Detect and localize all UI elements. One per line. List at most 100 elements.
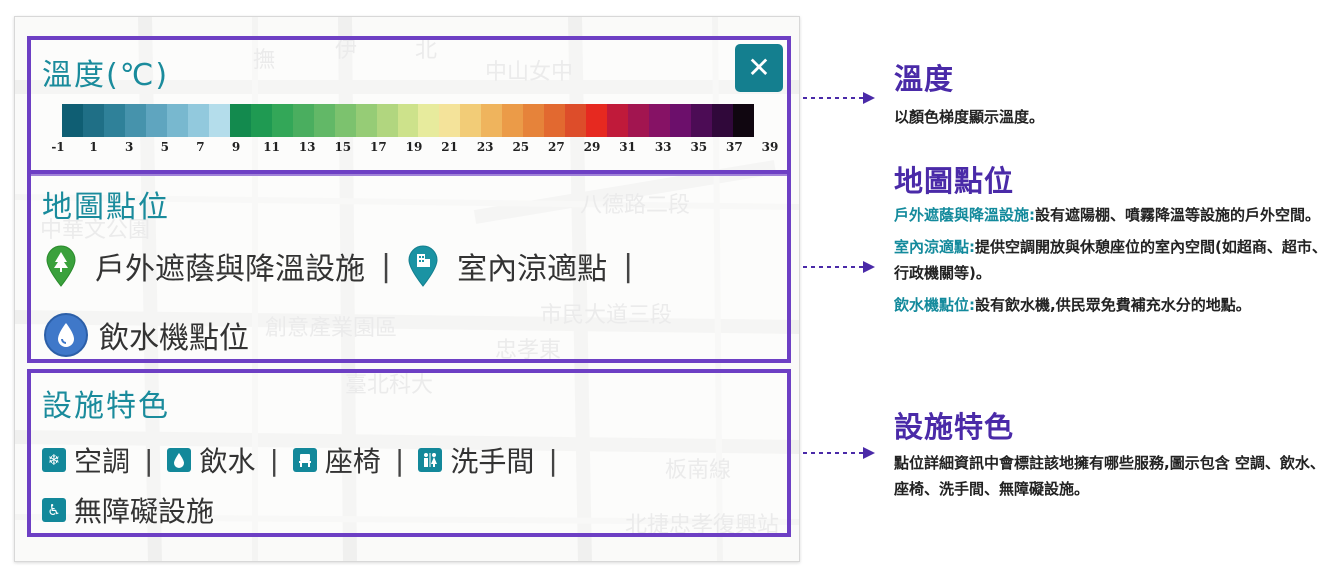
arrow-temperature: [803, 92, 875, 104]
bench-icon: [292, 448, 317, 472]
indoor-cool-spot-label: 室內涼適點: [457, 252, 608, 287]
color-scale-cell: [313, 104, 335, 137]
scale-tick-label: 3: [125, 140, 134, 154]
color-scale-cell: [250, 104, 272, 137]
note-locations: 地圖點位 戶外遮蔭與降溫設施:設有遮陽棚、噴霧降溫等設施的戶外空間。 室內涼適點…: [894, 158, 1334, 318]
color-scale-cell: [565, 104, 587, 137]
scale-tick-label: -1: [51, 140, 65, 154]
note-features-title: 設施特色: [894, 410, 1015, 444]
color-scale-cell: [649, 104, 671, 137]
color-scale-cell: [670, 104, 692, 137]
water-drop-icon: [167, 448, 192, 472]
feature-row: ❄ 空調 | 飲水 | 座椅 | 洗手間 |: [42, 440, 572, 480]
color-scale-cell: [628, 104, 650, 137]
water-fountain-label: 飲水機點位: [99, 321, 249, 356]
close-button[interactable]: ✕: [735, 44, 783, 92]
scale-tick-label: 7: [196, 140, 205, 154]
scale-tick-label: 25: [512, 140, 530, 154]
scale-tick-label: 17: [370, 140, 387, 154]
water-drop-icon: [43, 312, 89, 358]
arrow-features: [803, 447, 875, 459]
note-temperature-text: 以顏色梯度顯示溫度。: [894, 108, 1045, 126]
color-scale-cell: [418, 104, 440, 137]
color-scale-cell: [124, 104, 146, 137]
scale-tick-label: 33: [654, 140, 672, 154]
scale-tick-label: 31: [619, 140, 636, 154]
scale-tick-label: 9: [231, 140, 241, 154]
scale-tick-label: 37: [726, 140, 743, 154]
color-scale-cell: [62, 104, 83, 137]
snowflake-icon: ❄: [42, 448, 66, 472]
color-scale-cell: [607, 104, 629, 137]
separator: |: [394, 443, 405, 477]
color-scale-cell: [733, 104, 754, 137]
restroom-label: 洗手間: [450, 445, 535, 478]
color-scale-cell: [82, 104, 104, 137]
map-legend-panel: 撫 伊 北 中山女中 八德路二段 市民大道三段 忠孝東 臺北科大 中華文公園 創…: [14, 16, 800, 562]
note-outdoor-label: 戶外遮蔭與降溫設施:: [894, 206, 1035, 224]
color-scale-cell: [355, 104, 377, 137]
color-scale-cell: [187, 104, 209, 137]
separator: |: [144, 443, 154, 477]
scale-tick-label: 19: [405, 140, 423, 154]
accessible-label: 無障礙設施: [74, 495, 215, 528]
color-scale-cell: [166, 104, 188, 137]
color-scale-cell: [271, 104, 293, 137]
scale-tick-label: 13: [298, 140, 316, 154]
note-locations-outdoor: 戶外遮蔭與降溫設施:設有遮陽棚、噴霧降溫等設施的戶外空間。: [894, 202, 1334, 228]
color-scale-cell: [691, 104, 713, 137]
color-scale-cell: [439, 104, 461, 137]
location-row: 飲水機點位: [43, 312, 249, 358]
restroom-icon: [418, 448, 443, 472]
temperature-legend: 溫度(℃) ✕ -1 1 3 5 7 9 11 13 15 17 19 21 23 25 27 29 31 33 3…: [27, 36, 791, 176]
color-scale-cell: [229, 104, 251, 137]
water-label: 飲水: [199, 445, 256, 478]
separator: |: [269, 443, 279, 477]
note-features: 設施特色 點位詳細資訊中會標註該地擁有哪些服務,圖示包含 空調、飲水、座椅、洗手…: [894, 404, 1334, 502]
aircon-label: 空調: [74, 445, 131, 478]
color-scale-cell: [544, 104, 566, 137]
color-scale-cell: [586, 104, 608, 137]
scale-tick-label: 15: [334, 140, 352, 154]
note-locations-indoor: 室內涼適點:提供空調開放與休憩座位的室內空間(如超商、超市、行政機關等)。: [894, 234, 1334, 286]
color-scale-cell: [460, 104, 482, 137]
feature-title: 設施特色: [42, 389, 170, 424]
color-scale-cell: [712, 104, 733, 137]
close-icon: ✕: [747, 51, 771, 84]
tree-pin-icon: [45, 245, 77, 287]
scale-tick-label: 21: [441, 140, 458, 154]
note-temperature: 溫度 以顏色梯度顯示溫度。: [894, 56, 1334, 130]
location-row: 戶外遮蔭與降溫設施 | 室內涼適點 |: [45, 244, 649, 288]
temperature-title: 溫度(℃): [42, 58, 170, 93]
color-scale-cell: [292, 104, 314, 137]
color-scale-cell: [397, 104, 419, 137]
note-locations-title: 地圖點位: [894, 164, 1015, 198]
color-scale-cell: [481, 104, 503, 137]
color-scale-cell: [334, 104, 356, 137]
note-fountain-text: 設有飲水機,供民眾免費補充水分的地點。: [975, 296, 1251, 314]
color-scale-cell: [502, 104, 524, 137]
temperature-color-scale: [62, 104, 754, 137]
scale-tick-label: 5: [160, 140, 169, 154]
scale-tick-label: 29: [583, 140, 601, 154]
note-outdoor-text: 設有遮陽棚、噴霧降溫等設施的戶外空間。: [1035, 206, 1321, 224]
feature-legend: 設施特色 ❄ 空調 | 飲水 | 座椅 | 洗手間 | ♿ 無障礙設施: [27, 369, 791, 537]
building-pin-icon: [407, 245, 439, 287]
note-fountain-label: 飲水機點位:: [894, 296, 975, 314]
color-scale-cell: [523, 104, 545, 137]
temperature-scale-ticks: -1 1 3 5 7 9 11 13 15 17 19 21 23 25 27 29 31 33 35 37 39: [51, 140, 778, 160]
location-legend: 地圖點位 戶外遮蔭與降溫設施 | 室內涼適點 | 飲水機點位: [27, 170, 791, 363]
separator: |: [623, 248, 634, 284]
scale-tick-label: 39: [761, 140, 779, 154]
note-locations-fountain: 飲水機點位:設有飲水機,供民眾免費補充水分的地點。: [894, 292, 1334, 318]
separator: |: [381, 248, 392, 284]
separator: |: [548, 443, 558, 477]
color-scale-cell: [376, 104, 398, 137]
scale-tick-label: 23: [476, 140, 494, 154]
feature-row: ♿ 無障礙設施: [42, 490, 214, 530]
note-temperature-title: 溫度: [894, 62, 955, 96]
note-features-text: 點位詳細資訊中會標註該地擁有哪些服務,圖示包含 空調、飲水、座椅、洗手間、無障礙…: [894, 454, 1325, 498]
wheelchair-icon: ♿: [42, 498, 66, 522]
outdoor-cooling-label: 戶外遮蔭與降溫設施: [95, 252, 365, 287]
scale-tick-label: 11: [263, 140, 280, 154]
